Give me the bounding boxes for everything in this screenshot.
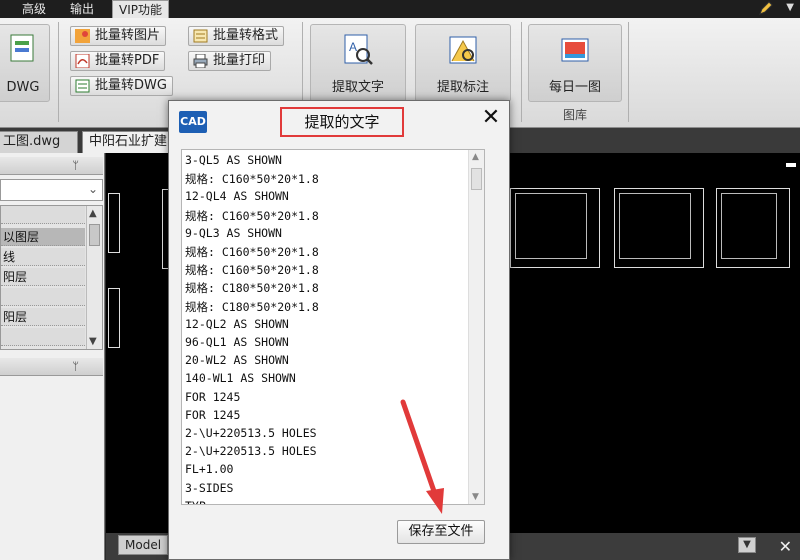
batch-print-label: 批量打印: [213, 53, 266, 68]
extract-dimension-button[interactable]: 提取标注: [415, 24, 511, 102]
menu-advanced[interactable]: 高级: [16, 0, 52, 18]
scroll-down-icon[interactable]: ▼: [89, 336, 97, 347]
group-divider: [58, 22, 59, 122]
scroll-down-icon[interactable]: ▼: [472, 492, 479, 502]
extract-text-icon: A: [344, 34, 373, 65]
drawing-sheet: [108, 288, 120, 348]
scroll-thumb[interactable]: [89, 224, 100, 246]
layer-dropdown[interactable]: ⌄: [0, 179, 103, 201]
extracted-text-line: 规格: C180*50*20*1.8: [185, 299, 319, 314]
group-divider: [521, 22, 522, 122]
extracted-text-line: 12-QL4 AS SHOWN: [185, 189, 289, 204]
model-tab[interactable]: Model: [118, 535, 169, 555]
layer-list: 以图层 线 阳层 阳层 ▲ ▼: [0, 205, 103, 350]
doc-tab-dwg[interactable]: 工图.dwg: [0, 131, 78, 153]
batch-to-image-button[interactable]: 批量转图片: [70, 26, 167, 46]
gallery-icon: [561, 38, 589, 62]
extracted-text-line: FL+1.00: [185, 462, 234, 477]
cad-icon: CAD: [179, 111, 207, 133]
extracted-text-line: 2-\U+220513.5 HOLES: [185, 426, 317, 440]
batch-image-label: 批量转图片: [95, 28, 161, 43]
batch-dwg-label: 批量转DWG: [95, 78, 167, 93]
text-scrollbar[interactable]: ▲ ▼: [468, 150, 484, 504]
extracted-text-line: TYP: [185, 499, 206, 504]
extracted-text-line: 规格: C160*50*20*1.8: [185, 172, 319, 187]
pen-icon[interactable]: [758, 0, 774, 16]
gallery-group-label: 图库: [562, 108, 587, 122]
extracted-text-line: 140-WL1 AS SHOWN: [185, 371, 296, 386]
chevron-down-icon[interactable]: ▼: [738, 537, 756, 553]
extracted-text-line: 20-WL2 AS SHOWN: [185, 353, 289, 368]
group-divider: [628, 22, 629, 122]
drawing-sheet: [108, 193, 120, 253]
extracted-text-line: 规格: C160*50*20*1.8: [185, 245, 319, 259]
extracted-text-area[interactable]: 3-QL5 AS SHOWN 规格: C160*50*20*1.8 12-QL4 A…: [181, 149, 485, 505]
layer-list-item[interactable]: [1, 206, 85, 224]
extract-text-button[interactable]: A 提取文字: [310, 24, 406, 102]
doc-tab-project[interactable]: 中阳石业扩建: [82, 131, 176, 153]
close-icon[interactable]: ✕: [479, 107, 503, 131]
chevron-down-icon[interactable]: ▼: [786, 2, 794, 13]
extracted-text-line: 规格: C180*50*20*1.8: [185, 281, 319, 296]
dialog-title-bar[interactable]: CAD 提取的文字 ✕: [169, 101, 509, 141]
menu-vip[interactable]: VIP功能: [112, 0, 169, 18]
extracted-text-line: 3-QL5 AS SHOWN: [185, 153, 282, 167]
scroll-up-icon[interactable]: ▲: [89, 208, 97, 219]
layer-panel: ᛘ ⌄ 以图层 线 阳层 阳层 ▲ ▼ ᛘ: [0, 153, 105, 560]
extracted-text-line: 9-QL3 AS SHOWN: [185, 225, 282, 240]
batch-format-button[interactable]: 批量转格式: [188, 26, 285, 46]
svg-text:A: A: [349, 40, 357, 54]
format-icon: [193, 29, 208, 43]
layer-list-item[interactable]: [1, 288, 85, 306]
chevron-down-icon: ⌄: [87, 182, 98, 196]
batch-to-dwg-button[interactable]: 批量转DWG: [70, 76, 173, 96]
extracted-text-line: 2-\U+220513.5 HOLES: [185, 444, 317, 459]
save-to-file-button[interactable]: 保存至文件: [397, 520, 485, 544]
extracted-text-line: 12-QL2 AS SHOWN: [185, 316, 289, 331]
batch-format-label: 批量转格式: [213, 28, 279, 43]
batch-pdf-label: 批量转PDF: [95, 53, 160, 68]
layer-list-item[interactable]: [1, 328, 85, 346]
extracted-text-line: 规格: C160*50*20*1.8: [185, 263, 319, 278]
layer-scrollbar[interactable]: ▲ ▼: [86, 206, 102, 349]
daily-image-button[interactable]: 每日一图: [528, 24, 622, 102]
layer-panel-header: ᛘ: [0, 157, 103, 175]
extract-dimension-icon: [449, 36, 477, 64]
batch-to-pdf-button[interactable]: 批量转PDF: [70, 51, 166, 71]
menu-output[interactable]: 输出: [64, 0, 100, 18]
canvas-mark: [786, 163, 796, 167]
extracted-text-line: 3-SIDES: [185, 480, 234, 495]
layer-list-item[interactable]: 阳层: [1, 268, 85, 286]
printer-icon: [193, 54, 208, 68]
extract-dimension-label: 提取标注: [436, 80, 489, 95]
pin-icon[interactable]: ᛘ: [72, 360, 79, 373]
daily-image-label: 每日一图: [548, 80, 601, 95]
image-icon: [75, 29, 90, 43]
dwg-button-label: DWG: [6, 80, 40, 95]
pdf-icon: [75, 54, 90, 68]
layer-list-item[interactable]: 线: [1, 248, 85, 266]
extracted-text-line: FOR 1245: [185, 407, 241, 422]
menu-bar: 高级 输出 VIP功能 ▼: [0, 0, 800, 18]
scroll-up-icon[interactable]: ▲: [472, 152, 479, 162]
extracted-text-line: 规格: C160*50*20*1.8: [185, 208, 319, 223]
extract-text-label: 提取文字: [331, 80, 384, 95]
extracted-text-dialog: CAD 提取的文字 ✕ 3-QL5 AS SHOWN 规格: C160*50*20…: [168, 100, 510, 560]
extracted-text-line: 96-QL1 AS SHOWN: [185, 335, 289, 349]
convert-dwg-button[interactable]: DWG: [0, 24, 50, 102]
properties-panel-header: ᛘ: [0, 358, 103, 376]
dwg-icon: [10, 34, 34, 62]
extracted-text-line: FOR 1245: [185, 389, 241, 404]
dwg-small-icon: [75, 79, 90, 93]
layer-list-item[interactable]: 以图层: [1, 228, 85, 246]
drawing-sheet: [614, 188, 704, 268]
pin-icon[interactable]: ᛘ: [72, 159, 79, 172]
batch-print-button[interactable]: 批量打印: [188, 51, 272, 71]
scroll-thumb[interactable]: [471, 168, 482, 190]
drawing-sheet: [510, 188, 600, 268]
drawing-sheet: [716, 188, 790, 268]
close-icon[interactable]: ✕: [779, 537, 792, 556]
dialog-title: 提取的文字: [280, 107, 404, 137]
layer-list-item[interactable]: 阳层: [1, 308, 85, 326]
